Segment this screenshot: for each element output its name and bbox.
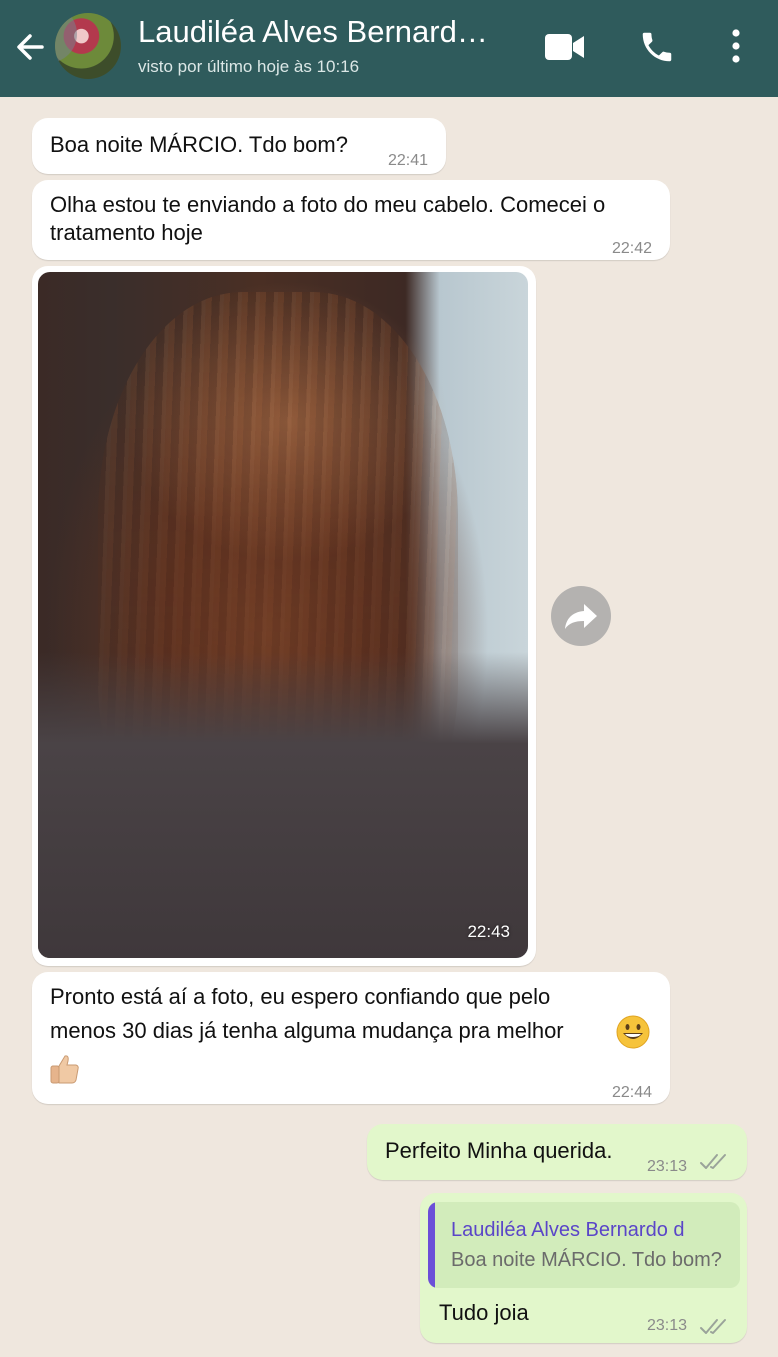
thumbs-up-emoji (50, 1055, 79, 1084)
message-time: 23:13 (647, 1158, 688, 1175)
quoted-message[interactable]: Laudiléa Alves Bernardo d Boa noite MÁRC… (428, 1202, 740, 1288)
message-bubble-incoming[interactable]: Boa noite MÁRCIO. Tdo bom? 22:41 (32, 118, 446, 174)
image-message[interactable]: 22:43 (32, 266, 536, 966)
quoted-sender-name: Laudiléa Alves Bernardo d (451, 1219, 685, 1241)
message-text-line: Pronto está aí a foto, eu espero confian… (50, 984, 551, 1009)
quoted-text: Boa noite MÁRCIO. Tdo bom? (451, 1249, 722, 1271)
message-text-line: tratamento hoje (50, 220, 203, 245)
photo-shoulders (38, 652, 528, 958)
avatar-overlay (55, 13, 77, 63)
message-time: 22:42 (612, 240, 653, 257)
grinning-face-emoji (616, 1015, 650, 1049)
message-bubble-incoming[interactable]: Pronto está aí a foto, eu espero confian… (32, 972, 670, 1104)
contact-avatar[interactable] (55, 13, 121, 79)
message-text: Perfeito Minha querida. (385, 1138, 613, 1163)
quote-accent-bar (428, 1202, 435, 1288)
message-time: 22:44 (612, 1084, 653, 1101)
read-ticks-icon (700, 1154, 726, 1169)
phone-icon[interactable] (638, 28, 676, 66)
back-button[interactable] (12, 24, 52, 70)
message-time: 22:41 (388, 152, 429, 169)
hair-photo[interactable]: 22:43 (38, 272, 528, 958)
last-seen-status: visto por último hoje às 10:16 (138, 57, 360, 76)
forward-icon (565, 604, 597, 629)
message-text-line: Olha estou te enviando a foto do meu cab… (50, 192, 606, 217)
chat-header: Laudiléa Alves Bernard… visto por último… (0, 0, 778, 97)
more-options-icon[interactable] (728, 28, 744, 64)
contact-name[interactable]: Laudiléa Alves Bernard… (138, 14, 488, 50)
message-text: Tudo joia (439, 1300, 529, 1325)
read-ticks-icon (700, 1319, 726, 1334)
message-text-line: menos 30 dias já tenha alguma mudança pr… (50, 1018, 564, 1043)
forward-button[interactable] (551, 586, 611, 646)
message-text: Boa noite MÁRCIO. Tdo bom? (50, 132, 348, 157)
message-bubble-incoming[interactable]: Olha estou te enviando a foto do meu cab… (32, 180, 670, 260)
message-bubble-outgoing[interactable]: Perfeito Minha querida. 23:13 (367, 1124, 747, 1180)
message-time: 23:13 (647, 1317, 688, 1334)
back-arrow-icon (17, 34, 44, 60)
video-call-icon[interactable] (544, 32, 586, 62)
image-time: 22:43 (467, 922, 510, 941)
